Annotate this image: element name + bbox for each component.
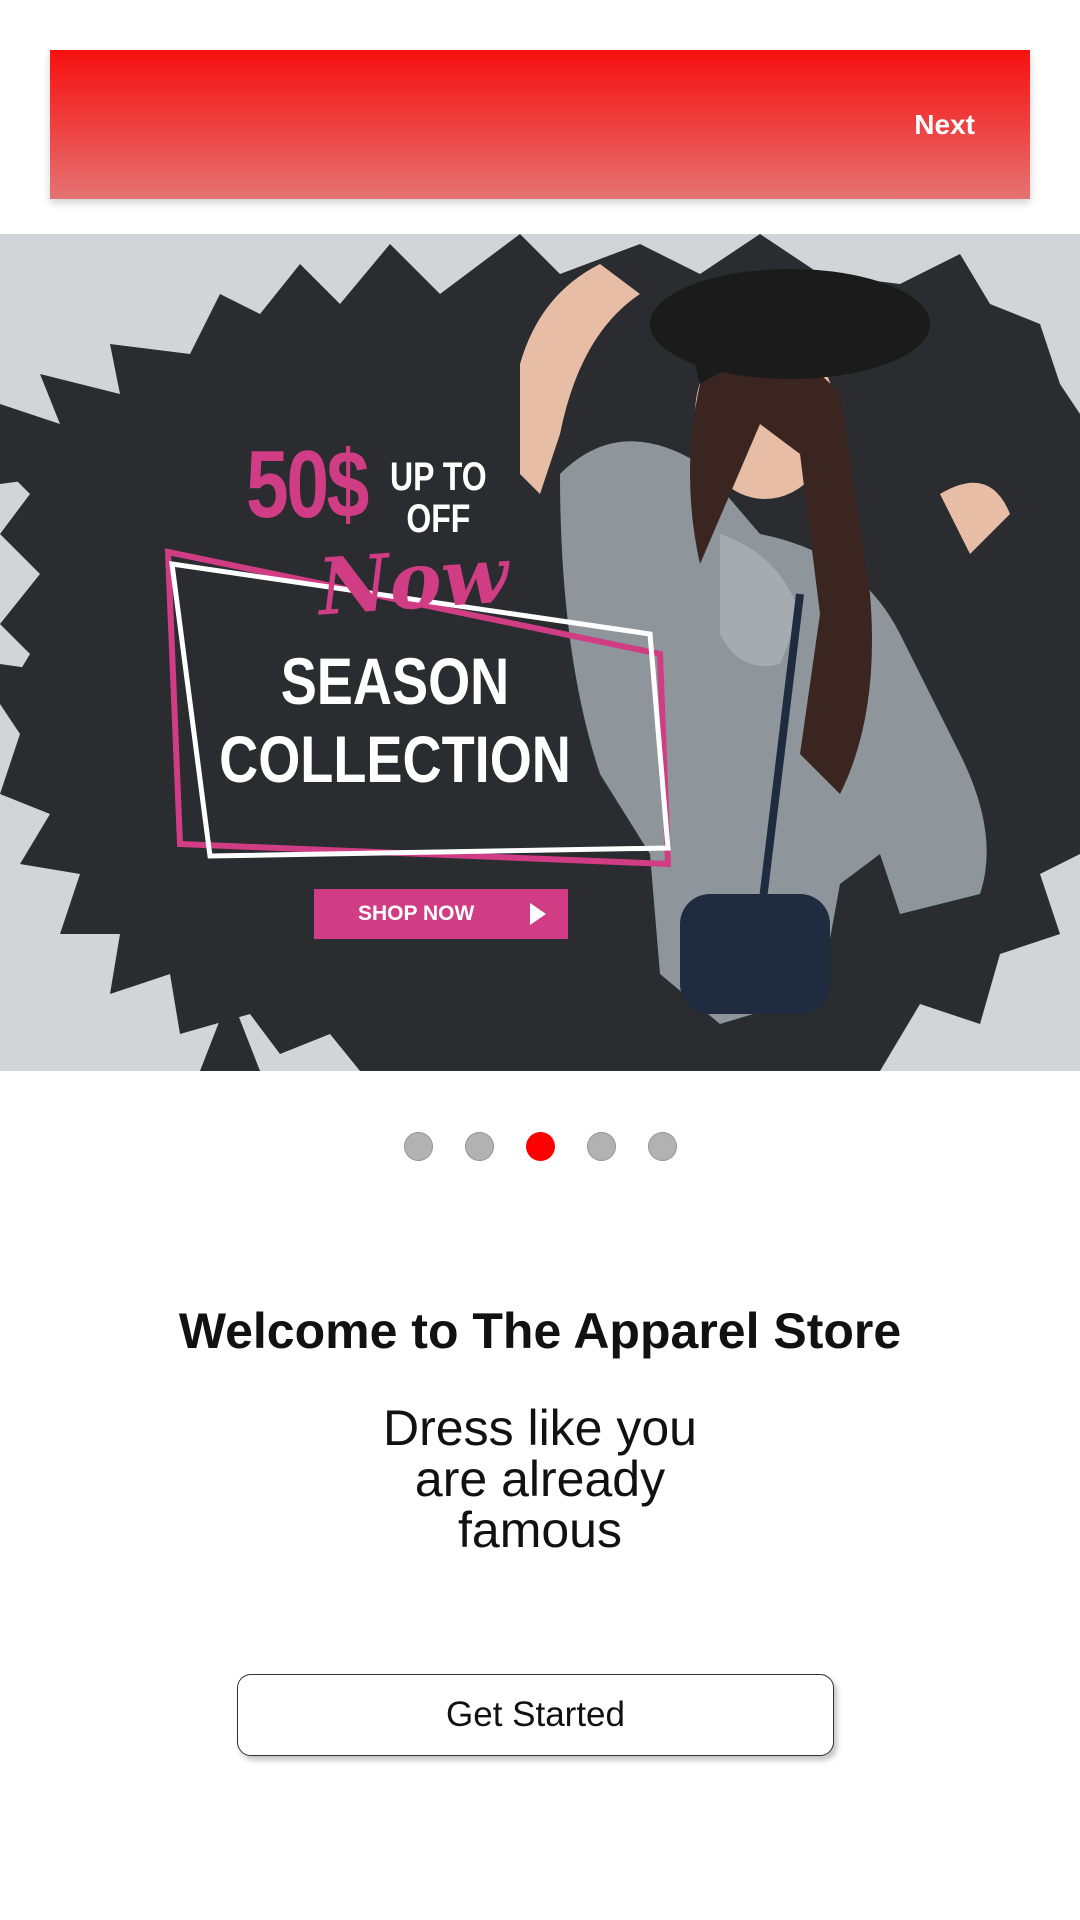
carousel-dot[interactable] <box>464 1132 494 1161</box>
play-icon <box>530 903 546 925</box>
promo-season: SEASON <box>280 644 510 718</box>
promo-up-to: UP TO <box>390 455 487 499</box>
tagline-line: are already <box>414 1451 666 1507</box>
shop-now-button[interactable]: SHOP NOW <box>314 889 568 939</box>
promo-banner[interactable]: 50$ UP TO OFF Now SEASON COLLECTION SHOP… <box>0 234 1080 1071</box>
carousel-dot-active[interactable] <box>525 1132 555 1161</box>
next-button[interactable]: Next <box>914 109 975 141</box>
onboarding-screen: Next 50$ UP TO OFF Now SEASON COLLECTION… <box>0 0 1080 1920</box>
header-bar: Next <box>50 50 1030 199</box>
carousel-dot[interactable] <box>403 1132 433 1161</box>
tagline-line: famous <box>458 1502 622 1558</box>
promo-price: 50$ <box>246 431 369 538</box>
promo-now: Now <box>315 529 512 634</box>
welcome-title: Welcome to The Apparel Store <box>178 1303 902 1359</box>
carousel-dot[interactable] <box>586 1132 616 1161</box>
carousel-dots <box>0 1132 1080 1161</box>
promo-up-to-off: UP TO OFF <box>390 456 487 540</box>
carousel-dot[interactable] <box>647 1132 677 1161</box>
get-started-button[interactable]: Get Started <box>237 1674 834 1756</box>
tagline: Dress like you are already famous <box>340 1403 740 1556</box>
promo-collection: COLLECTION <box>219 722 571 796</box>
tagline-line: Dress like you <box>383 1400 697 1456</box>
promo-season-collection: SEASON COLLECTION <box>202 642 587 798</box>
shop-now-label: SHOP NOW <box>358 902 475 925</box>
